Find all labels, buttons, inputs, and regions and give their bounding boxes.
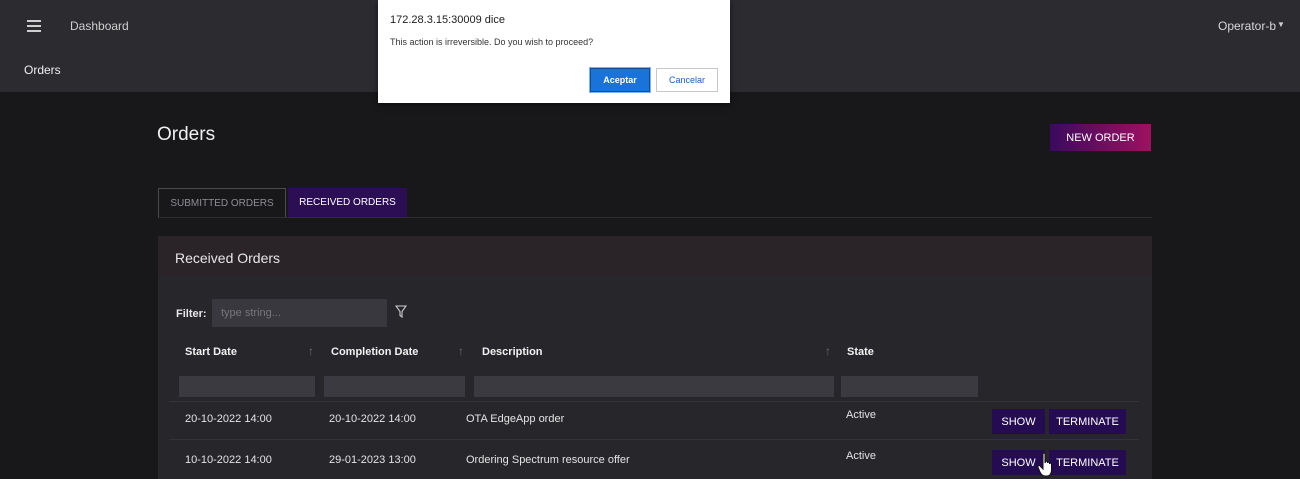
filter-input[interactable] (212, 299, 387, 327)
page-title: Orders (157, 124, 216, 145)
sort-arrow-icon[interactable]: ↑ (825, 344, 831, 358)
row-divider (169, 439, 1139, 440)
breadcrumb-orders[interactable]: Orders (24, 63, 61, 77)
column-header-completion-date[interactable]: Completion Date (331, 346, 418, 358)
new-order-button[interactable]: NEW ORDER (1050, 124, 1151, 151)
table-row: 10-10-2022 14:00 29-01-2023 13:00 Orderi… (169, 441, 1139, 477)
state-cell: Active (846, 409, 876, 421)
accept-button[interactable]: Aceptar (590, 68, 650, 92)
tab-received-orders[interactable]: RECEIVED ORDERS (288, 188, 407, 217)
column-header-description[interactable]: Description (482, 346, 543, 358)
start-date-cell: 20-10-2022 14:00 (185, 413, 272, 425)
completion-date-filter[interactable] (324, 376, 465, 397)
user-menu[interactable]: Operator-b (1218, 19, 1276, 33)
confirm-dialog: 172.28.3.15:30009 dice This action is ir… (378, 0, 730, 103)
description-cell: OTA EdgeApp order (466, 413, 565, 425)
sort-arrow-icon[interactable]: ↑ (458, 344, 464, 358)
completion-date-cell: 29-01-2023 13:00 (329, 454, 416, 466)
show-button[interactable]: SHOW (992, 409, 1045, 434)
start-date-filter[interactable] (179, 376, 315, 397)
column-header-state[interactable]: State (847, 346, 874, 358)
sort-arrow-icon[interactable]: ↑ (308, 344, 314, 358)
description-filter[interactable] (474, 376, 834, 397)
panel-header: Received Orders (158, 236, 1152, 276)
dialog-origin: 172.28.3.15:30009 dice (390, 14, 505, 26)
terminate-button[interactable]: TERMINATE (1049, 450, 1126, 475)
terminate-button[interactable]: TERMINATE (1049, 409, 1126, 434)
start-date-cell: 10-10-2022 14:00 (185, 454, 272, 466)
panel-title: Received Orders (175, 250, 281, 266)
dialog-message: This action is irreversible. Do you wish… (390, 37, 594, 47)
completion-date-cell: 20-10-2022 14:00 (329, 413, 416, 425)
description-cell: Ordering Spectrum resource offer (466, 454, 630, 466)
caret-down-icon[interactable]: ▼ (1277, 20, 1285, 29)
hamburger-menu-icon[interactable] (27, 20, 41, 32)
breadcrumb-dashboard[interactable]: Dashboard (70, 19, 129, 33)
tab-divider (158, 217, 1152, 218)
received-orders-panel: Received Orders Filter: Start Date ↑ Com… (158, 236, 1152, 479)
state-cell: Active (846, 450, 876, 462)
cancel-button[interactable]: Cancelar (656, 68, 718, 92)
table-row: 20-10-2022 14:00 20-10-2022 14:00 OTA Ed… (169, 402, 1139, 438)
hand-cursor-icon (1037, 452, 1052, 477)
filter-label: Filter: (176, 308, 207, 320)
tab-submitted-orders[interactable]: SUBMITTED ORDERS (158, 188, 286, 217)
state-filter[interactable] (841, 376, 978, 397)
column-header-start-date[interactable]: Start Date (185, 346, 237, 358)
funnel-filter-icon[interactable] (395, 305, 407, 319)
